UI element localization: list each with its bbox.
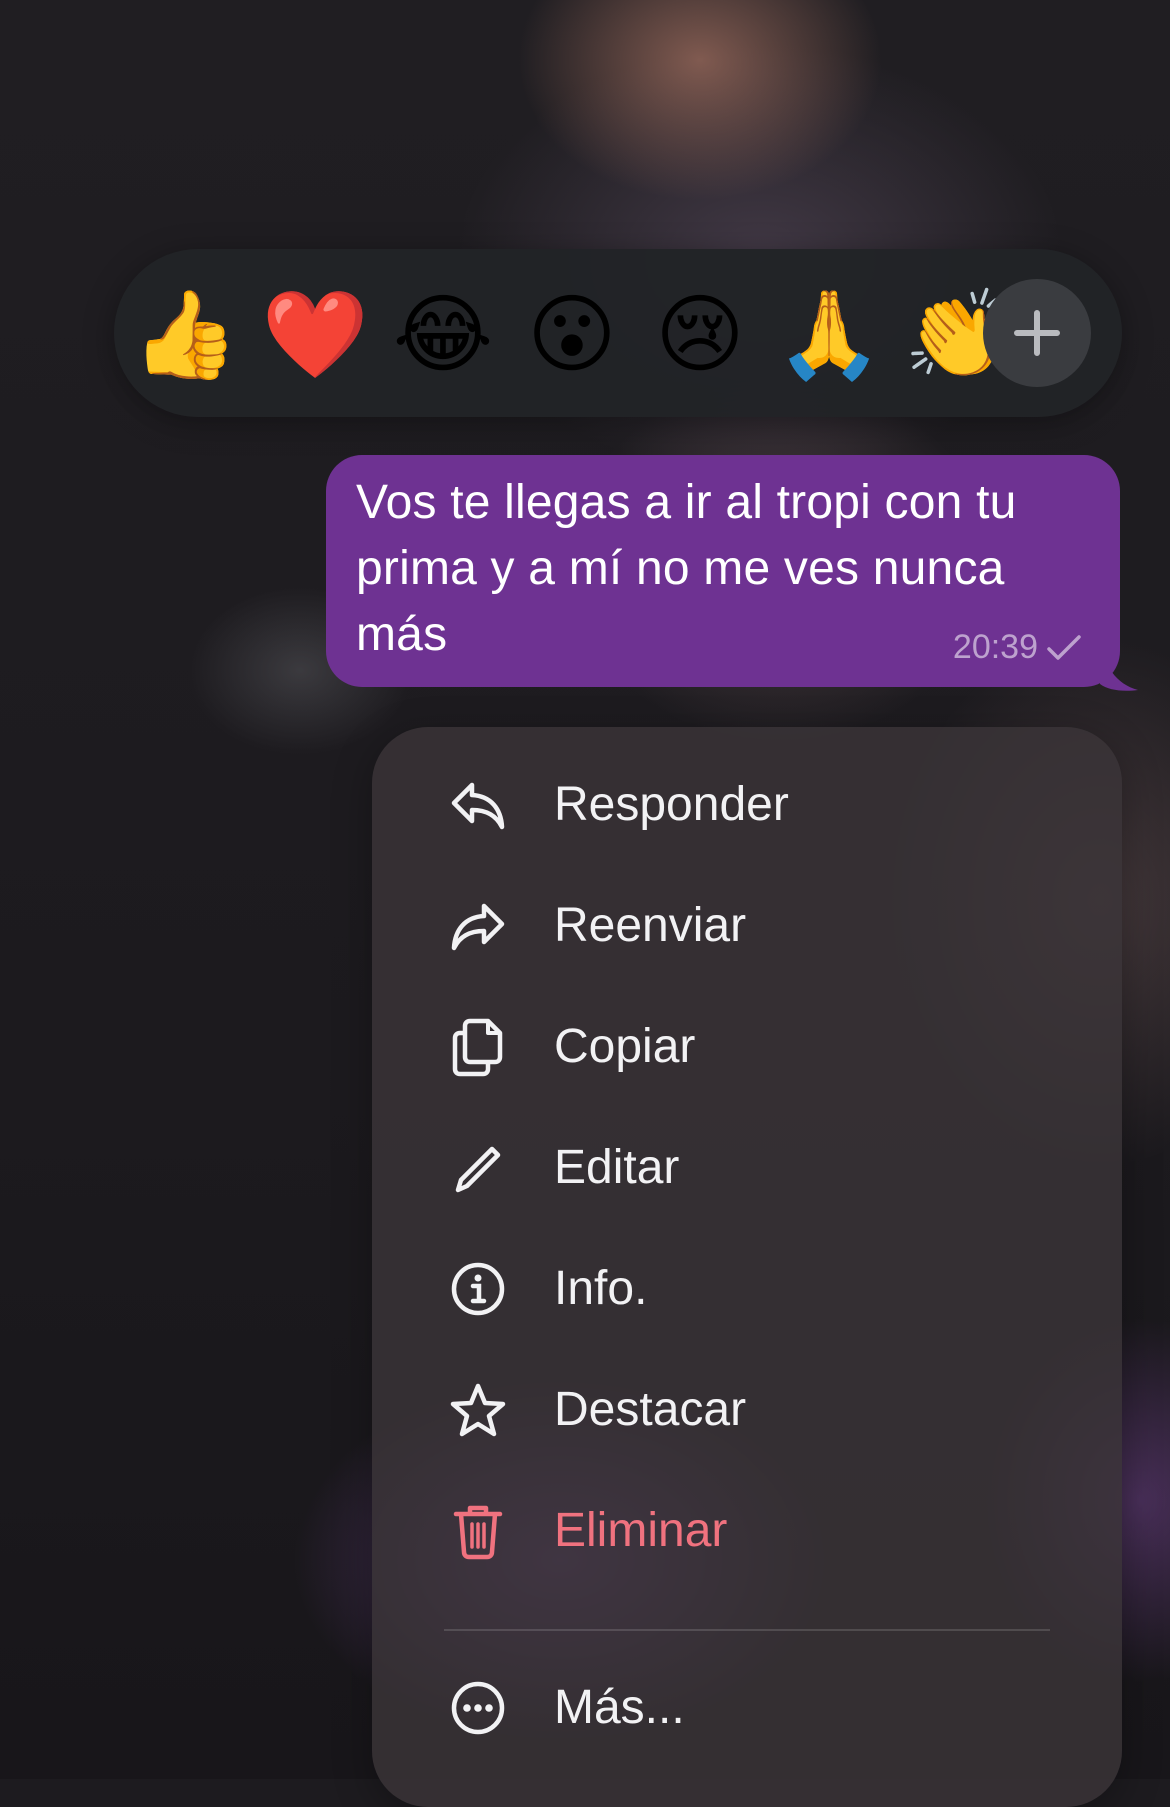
message-meta: 20:39 [953, 628, 1082, 667]
menu-item-copy[interactable]: Copiar [372, 987, 1122, 1107]
menu-item-label: Copiar [554, 1020, 696, 1073]
menu-item-label: Responder [554, 778, 789, 831]
info-icon [448, 1259, 508, 1319]
message-context-menu: Responder Reenviar Copiar Editar Info. D… [372, 727, 1122, 1807]
menu-item-label: Más... [554, 1681, 685, 1734]
menu-divider [444, 1629, 1050, 1631]
reaction-crying[interactable]: 😢 [645, 285, 755, 385]
reaction-folded-hands[interactable]: 🙏 [774, 285, 884, 385]
copy-icon [448, 1017, 508, 1077]
menu-item-label: Eliminar [554, 1504, 728, 1557]
star-icon [448, 1380, 508, 1440]
more-icon [448, 1678, 508, 1738]
add-reaction-button[interactable] [983, 279, 1091, 387]
reply-icon [448, 775, 508, 835]
menu-item-more[interactable]: Más... [372, 1648, 1122, 1768]
menu-item-label: Destacar [554, 1383, 747, 1436]
reaction-heart[interactable]: ❤️ [260, 285, 370, 385]
menu-item-info[interactable]: Info. [372, 1229, 1122, 1349]
forward-icon [448, 896, 508, 956]
menu-item-delete[interactable]: Eliminar [372, 1471, 1122, 1591]
menu-item-star[interactable]: Destacar [372, 1350, 1122, 1470]
reaction-tears-of-joy[interactable]: 😂 [388, 285, 498, 385]
pencil-icon [448, 1138, 508, 1198]
bubble-tail [1100, 640, 1138, 691]
menu-item-label: Editar [554, 1141, 680, 1194]
menu-item-edit[interactable]: Editar [372, 1108, 1122, 1228]
menu-item-label: Info. [554, 1262, 648, 1315]
reaction-bar: 👍 ❤️ 😂 😮 😢 🙏 👏 [114, 249, 1122, 417]
message-time: 20:39 [952, 628, 1038, 666]
trash-icon [448, 1501, 508, 1561]
menu-item-reply[interactable]: Responder [372, 745, 1122, 865]
check-icon [1047, 634, 1081, 660]
plus-icon [1014, 310, 1060, 356]
reaction-surprised[interactable]: 😮 [517, 285, 627, 385]
menu-item-label: Reenviar [554, 899, 747, 952]
menu-item-forward[interactable]: Reenviar [372, 866, 1122, 986]
reaction-thumbs-up[interactable]: 👍 [130, 285, 240, 385]
